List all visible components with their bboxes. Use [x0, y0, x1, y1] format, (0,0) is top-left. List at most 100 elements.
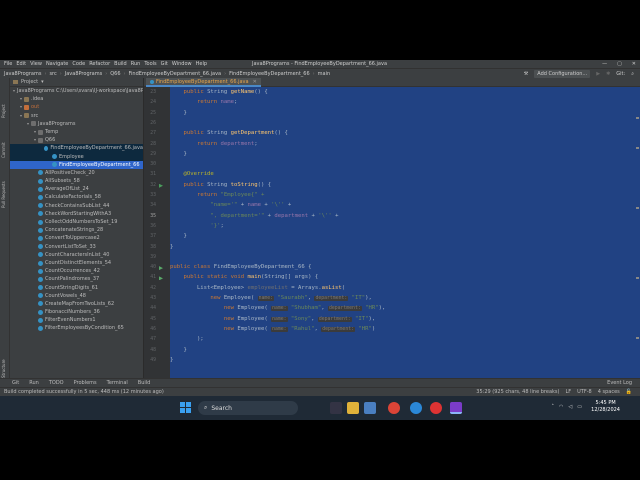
tree-item[interactable]: CountOccurrences_42 [10, 267, 143, 275]
menu-item-git[interactable]: Git [161, 61, 168, 67]
tree-item[interactable]: AllSubsets_58 [10, 177, 143, 185]
side-tab-project[interactable]: Project [1, 104, 6, 118]
cursor-position[interactable]: 35:29 (925 chars, 48 line breaks) [476, 389, 559, 395]
scrollbar-marker[interactable] [636, 277, 639, 279]
tool-tab-problems[interactable]: Problems [74, 380, 97, 386]
breadcrumb-item[interactable]: FindEmployeeByDepartment_66 [229, 71, 310, 77]
side-tab-structure[interactable]: Structure [1, 359, 6, 378]
breadcrumb-item[interactable]: Q66 [110, 71, 120, 77]
breadcrumb-item[interactable]: FindEmployeeByDepartment_66.java [129, 71, 222, 77]
menu-item-code[interactable]: Code [72, 61, 85, 67]
code-editor[interactable]: public String getName() { return name; }… [170, 87, 640, 392]
tool-tab-run[interactable]: Run [29, 380, 39, 386]
tree-item[interactable]: CountPalindromes_37 [10, 275, 143, 283]
project-panel-title[interactable]: Project [21, 79, 38, 85]
breadcrumb-item[interactable]: main [318, 71, 331, 77]
scrollbar-marker[interactable] [636, 147, 639, 149]
tree-item[interactable]: CollectOddNumbersToSet_19 [10, 218, 143, 226]
file-encoding[interactable]: UTF-8 [577, 389, 592, 395]
menu-item-window[interactable]: Window [172, 61, 192, 67]
tree-item[interactable]: AllPositiveCheck_20 [10, 169, 143, 177]
tab-findemployeebydepartment[interactable]: FindEmployeeByDepartment_66.java ✕ [146, 78, 261, 87]
tree-item[interactable]: FindEmployeeByDepartment_66.java [10, 144, 143, 153]
store-icon[interactable] [364, 402, 376, 414]
run-icon[interactable] [159, 266, 163, 271]
scrollbar-marker[interactable] [636, 337, 639, 339]
debug-icon[interactable]: ✱ [606, 71, 610, 77]
file-explorer-icon[interactable] [347, 402, 359, 414]
close-icon[interactable]: ✕ [632, 61, 636, 67]
tree-item[interactable]: FilterEmployeesByCondition_65 [10, 324, 143, 332]
menu-item-file[interactable]: File [4, 61, 12, 67]
menu-item-navigate[interactable]: Navigate [46, 61, 68, 67]
edge-icon[interactable] [410, 402, 422, 414]
tree-item[interactable]: ConvertListToSet_33 [10, 243, 143, 251]
menu-item-edit[interactable]: Edit [16, 61, 26, 67]
tree-item[interactable]: FindEmployeeByDepartment_66 [10, 160, 143, 169]
tree-item[interactable]: ▾ Java8Programs C:\Users\svara\IJ-workspa… [10, 87, 143, 95]
override-icon[interactable] [159, 183, 163, 188]
tool-tab-git[interactable]: Git [12, 380, 19, 386]
chevron-up-icon[interactable]: ˄ [552, 404, 555, 410]
volume-icon[interactable]: ◁ [568, 404, 572, 410]
menu-item-tools[interactable]: Tools [144, 61, 156, 67]
app-icon[interactable] [430, 402, 442, 414]
git-icon[interactable]: Git: [616, 71, 625, 77]
scrollbar-marker[interactable] [636, 207, 639, 209]
tool-tab-terminal[interactable]: Terminal [107, 380, 128, 386]
tool-tab-build[interactable]: Build [138, 380, 151, 386]
search-icon[interactable]: ⌕ [631, 71, 634, 77]
tree-item[interactable]: ConcatenateStrings_28 [10, 226, 143, 234]
add-configuration-button[interactable]: Add Configuration... [534, 70, 591, 78]
maximize-icon[interactable]: ▢ [617, 61, 622, 67]
side-tab-commit[interactable]: Commit [1, 142, 6, 158]
run-icon[interactable]: ▶ [596, 71, 600, 77]
breadcrumb-item[interactable]: src [49, 71, 56, 77]
chevron-down-icon[interactable]: ▾ [41, 79, 44, 85]
menu-item-refactor[interactable]: Refactor [89, 61, 110, 67]
taskbar-search[interactable]: ⌕ Search [198, 401, 298, 415]
breadcrumb-item[interactable]: Java8Programs [65, 71, 102, 77]
event-log-button[interactable]: Event Log [607, 380, 632, 386]
tree-item[interactable]: CountCharactersInList_40 [10, 251, 143, 259]
menu-item-build[interactable]: Build [114, 61, 127, 67]
tree-item[interactable]: CountStringDigits_61 [10, 284, 143, 292]
indent-setting[interactable]: 4 spaces [598, 389, 620, 395]
scrollbar-marker[interactable] [636, 117, 639, 119]
minimize-icon[interactable]: — [602, 61, 607, 67]
side-tab-pull-requests[interactable]: Pull Requests [1, 181, 6, 208]
tree-item[interactable]: ▾ Java8Programs [10, 120, 143, 128]
menu-item-help[interactable]: Help [196, 61, 207, 67]
tree-item[interactable]: Employee [10, 152, 143, 161]
tree-item[interactable]: ▾ Temp [10, 128, 143, 136]
menu-item-run[interactable]: Run [131, 61, 141, 67]
task-view-icon[interactable] [330, 402, 342, 414]
clock[interactable]: 5:45 PM 12/28/2024 [591, 400, 620, 414]
chrome-icon[interactable] [388, 402, 400, 414]
tree-item[interactable]: CreateMapFromTwoLists_62 [10, 300, 143, 308]
tree-item[interactable]: ▾ .idea [10, 95, 143, 103]
line-separator[interactable]: LF [565, 389, 571, 395]
tree-item[interactable]: FilterEvenNumbers1 [10, 316, 143, 324]
lock-icon[interactable]: 🔓 [626, 389, 632, 395]
windows-start-icon[interactable] [180, 402, 192, 414]
tree-item[interactable]: ▾ out [10, 103, 143, 111]
tree-item[interactable]: FibonacciNumbers_36 [10, 308, 143, 316]
tree-item[interactable]: ConvertToUppercase2 [10, 234, 143, 242]
tree-item[interactable]: CheckContainsSubList_44 [10, 202, 143, 210]
close-tab-icon[interactable]: ✕ [253, 79, 257, 85]
intellij-icon[interactable] [450, 402, 462, 414]
tree-item[interactable]: ▾ Q66 [10, 136, 143, 144]
breadcrumb-item[interactable]: Java8Programs [4, 71, 41, 77]
run-icon[interactable] [159, 276, 163, 281]
tree-item[interactable]: CountDistinctElements_54 [10, 259, 143, 267]
battery-icon[interactable]: ▭ [577, 404, 582, 410]
hammer-icon[interactable]: ⚒ [524, 71, 528, 77]
menu-item-view[interactable]: View [30, 61, 42, 67]
wifi-icon[interactable]: ◠ [559, 404, 563, 410]
tree-item[interactable]: CalculateFactorials_58 [10, 193, 143, 201]
tree-item[interactable]: CountVowels_48 [10, 292, 143, 300]
tool-tab-todo[interactable]: TODO [49, 380, 64, 386]
tree-item[interactable]: ▾ src [10, 112, 143, 120]
tree-item[interactable]: CheckWordStartingWithA3 [10, 210, 143, 218]
